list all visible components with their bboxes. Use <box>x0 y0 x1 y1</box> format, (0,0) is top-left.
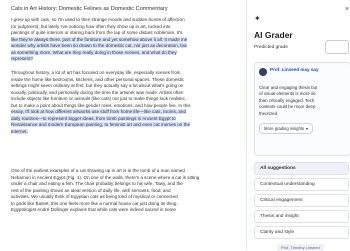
suggestion-filter-item[interactable]: Thesis and insight <box>254 210 349 223</box>
suggestion-filter-item[interactable]: Critical engagement <box>254 194 349 207</box>
ai-grader-panel: × ✦ AI Grader Predicted grade Prof. Lins… <box>246 0 350 251</box>
document-area: Cats in Art History: Domestic Felines as… <box>0 0 238 250</box>
insights-button-label: More grading insights <box>264 126 305 131</box>
avatar <box>259 68 267 76</box>
suggestions-list: All suggestions Contextual understanding C… <box>254 162 349 242</box>
document-title: Cats in Art History: Domestic Felines as… <box>11 6 168 12</box>
more-grading-insights-button[interactable]: More grading insights ▾ <box>259 123 314 134</box>
paragraph-line: represent? <box>11 56 33 61</box>
suggestion-filter-item[interactable]: Clarity and style <box>254 226 349 239</box>
panel-top-bar: × ✦ <box>247 0 350 26</box>
suggestion-filter-item[interactable]: All suggestions <box>254 162 349 175</box>
paragraph-line: internet. <box>11 128 28 134</box>
panel-title: AI Grader <box>254 30 293 40</box>
chevron-down-icon: ▾ <box>306 126 309 131</box>
predicted-grade-value <box>325 40 349 54</box>
comment-body: Clear and engaging thesis but of visual e… <box>259 85 347 117</box>
predicted-grade-label: Predicted grade <box>254 45 288 50</box>
paragraph: One of the earliest examples of a cat sh… <box>11 168 235 214</box>
comment-body-line: theorized. <box>259 110 279 116</box>
comment-author: Prof. Linseed may say <box>270 67 319 72</box>
spark-logo-icon: ✦ <box>254 14 261 23</box>
suggestion-filter-item[interactable]: Contextual understanding <box>254 178 349 191</box>
close-icon[interactable]: × <box>345 6 349 13</box>
comment-card: Prof. Linseed may say Clear and engaging… <box>254 62 350 156</box>
paragraph: Throughout history, a lot of art has foc… <box>11 70 235 135</box>
paragraph-line: Egyptologist André Dollinger explains th… <box>11 207 176 212</box>
paragraph: I grew up with cats, so I'm used to thei… <box>11 17 235 63</box>
